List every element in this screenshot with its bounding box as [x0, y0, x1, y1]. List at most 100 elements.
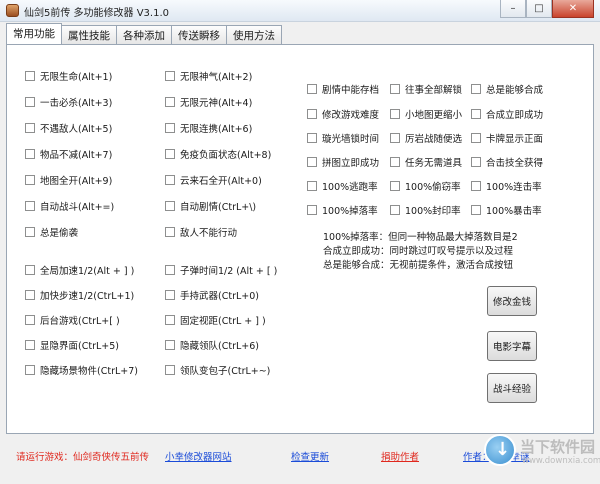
- option-toggle-ui[interactable]: 显隐界面(CtrL+5): [25, 338, 119, 352]
- option-bullet-time[interactable]: 子弹时间1/2 (Alt + [ ): [165, 263, 277, 277]
- option-infinite-soul[interactable]: 无限元神(Alt+4): [165, 95, 252, 109]
- option-infinite-combo[interactable]: 无限连携(Alt+6): [165, 121, 252, 135]
- option-auto-battle[interactable]: 自动战斗(Alt+=): [25, 199, 114, 213]
- option-no-encounters[interactable]: 不遇敌人(Alt+5): [25, 121, 112, 135]
- option-infinite-hp[interactable]: 无限生命(Alt+1): [25, 69, 112, 83]
- option-hide-leader[interactable]: 隐藏领队(CtrL+6): [165, 338, 259, 352]
- option-crit-rate[interactable]: 100%暴击率: [471, 203, 542, 217]
- tab-add-items[interactable]: 各种添加: [116, 25, 172, 44]
- option-one-hit-kill[interactable]: 一击必杀(Alt+3): [25, 95, 112, 109]
- checkbox[interactable]: [307, 133, 317, 143]
- checkbox[interactable]: [25, 123, 35, 133]
- checkbox[interactable]: [471, 157, 481, 167]
- checkbox[interactable]: [25, 365, 35, 375]
- option-map-reveal[interactable]: 地图全开(Alt+9): [25, 173, 112, 187]
- option-save-in-story[interactable]: 剧情中能存档: [307, 82, 379, 96]
- checkbox[interactable]: [165, 97, 175, 107]
- website-link[interactable]: 小幸修改器网站: [165, 449, 232, 463]
- checkbox[interactable]: [471, 181, 481, 191]
- option-battle-select[interactable]: 厉岩战随便选: [390, 131, 462, 145]
- tab-usage[interactable]: 使用方法: [226, 25, 282, 44]
- checkbox[interactable]: [165, 340, 175, 350]
- option-hide-scene-objects[interactable]: 隐藏场景物件(CtrL+7): [25, 363, 138, 377]
- option-hold-weapon[interactable]: 手持武器(CtrL+0): [165, 288, 259, 302]
- checkbox[interactable]: [165, 315, 175, 325]
- checkbox[interactable]: [25, 265, 35, 275]
- option-drop-rate[interactable]: 100%掉落率: [307, 203, 378, 217]
- option-seal-rate[interactable]: 100%封印率: [390, 203, 461, 217]
- checkbox[interactable]: [25, 340, 35, 350]
- maximize-button[interactable]: □: [526, 0, 552, 18]
- checkbox[interactable]: [165, 201, 175, 211]
- option-label: 固定视距(CtrL + ] ): [180, 316, 266, 327]
- option-auto-story[interactable]: 自动剧情(CtrL+\): [165, 199, 256, 213]
- checkbox[interactable]: [165, 290, 175, 300]
- checkbox[interactable]: [25, 227, 35, 237]
- checkbox[interactable]: [471, 84, 481, 94]
- option-unlock-memories[interactable]: 往事全部解锁: [390, 82, 462, 96]
- checkbox[interactable]: [165, 365, 175, 375]
- option-cloud-stone-unlock[interactable]: 云来石全开(Alt+0): [165, 173, 262, 187]
- checkbox[interactable]: [25, 149, 35, 159]
- checkbox[interactable]: [390, 205, 400, 215]
- option-steal-rate[interactable]: 100%偷窃率: [390, 179, 461, 193]
- option-wall-lock-time[interactable]: 璇光墙锁时间: [307, 131, 379, 145]
- option-infinite-spirit[interactable]: 无限神气(Alt+2): [165, 69, 252, 83]
- checkbox[interactable]: [390, 84, 400, 94]
- option-synthesis-instant[interactable]: 合成立即成功: [471, 107, 543, 121]
- checkbox[interactable]: [165, 175, 175, 185]
- check-update-link[interactable]: 检查更新: [291, 449, 329, 463]
- option-status-immunity[interactable]: 免疫负面状态(Alt+8): [165, 147, 271, 161]
- option-combo-rate[interactable]: 100%连击率: [471, 179, 542, 193]
- donate-link[interactable]: 捐助作者: [381, 449, 419, 463]
- option-always-synthesize[interactable]: 总是能够合成: [471, 82, 543, 96]
- option-background-play[interactable]: 后台游戏(CtrL+[ ): [25, 313, 120, 327]
- tab-teleport[interactable]: 传送瞬移: [171, 25, 227, 44]
- minimize-button[interactable]: –: [500, 0, 526, 18]
- tab-common-functions[interactable]: 常用功能: [6, 23, 62, 44]
- option-fixed-view-distance[interactable]: 固定视距(CtrL + ] ): [165, 313, 266, 327]
- option-quest-no-items[interactable]: 任务无需道具: [390, 155, 462, 169]
- movie-subtitles-button[interactable]: 电影字幕: [487, 331, 537, 361]
- tab-attributes-skills[interactable]: 属性技能: [61, 25, 117, 44]
- option-items-no-decrease[interactable]: 物品不减(Alt+7): [25, 147, 112, 161]
- checkbox[interactable]: [471, 205, 481, 215]
- checkbox[interactable]: [471, 109, 481, 119]
- option-escape-rate[interactable]: 100%逃跑率: [307, 179, 378, 193]
- checkbox[interactable]: [165, 149, 175, 159]
- checkbox[interactable]: [390, 181, 400, 191]
- checkbox[interactable]: [25, 97, 35, 107]
- option-label: 璇光墙锁时间: [322, 134, 380, 145]
- checkbox[interactable]: [307, 205, 317, 215]
- modify-money-button[interactable]: 修改金钱: [487, 286, 537, 316]
- close-button[interactable]: ✕: [552, 0, 594, 18]
- option-minimap-shrink[interactable]: 小地图更缩小: [390, 107, 462, 121]
- option-cards-face-up[interactable]: 卡牌显示正面: [471, 131, 543, 145]
- option-enemy-frozen[interactable]: 敌人不能行动: [165, 225, 237, 239]
- checkbox[interactable]: [471, 133, 481, 143]
- checkbox[interactable]: [390, 133, 400, 143]
- option-global-speed[interactable]: 全局加速1/2(Alt + ] ): [25, 263, 134, 277]
- checkbox[interactable]: [165, 265, 175, 275]
- checkbox[interactable]: [165, 227, 175, 237]
- checkbox[interactable]: [25, 71, 35, 81]
- option-walk-speed[interactable]: 加快步速1/2(CtrL+1): [25, 288, 134, 302]
- checkbox[interactable]: [25, 290, 35, 300]
- option-difficulty[interactable]: 修改游戏难度: [307, 107, 379, 121]
- checkbox[interactable]: [165, 71, 175, 81]
- option-puzzle-instant[interactable]: 拼图立即成功: [307, 155, 379, 169]
- checkbox[interactable]: [307, 181, 317, 191]
- checkbox[interactable]: [165, 123, 175, 133]
- option-always-ambush[interactable]: 总是偷袭: [25, 225, 78, 239]
- checkbox[interactable]: [390, 109, 400, 119]
- checkbox[interactable]: [25, 175, 35, 185]
- battle-exp-button[interactable]: 战斗经验: [487, 373, 537, 403]
- checkbox[interactable]: [307, 84, 317, 94]
- checkbox[interactable]: [307, 157, 317, 167]
- option-leader-bun[interactable]: 领队变包子(CtrL+~): [165, 363, 270, 377]
- checkbox[interactable]: [25, 201, 35, 211]
- option-all-combo-skills[interactable]: 合击技全获得: [471, 155, 543, 169]
- checkbox[interactable]: [25, 315, 35, 325]
- checkbox[interactable]: [390, 157, 400, 167]
- checkbox[interactable]: [307, 109, 317, 119]
